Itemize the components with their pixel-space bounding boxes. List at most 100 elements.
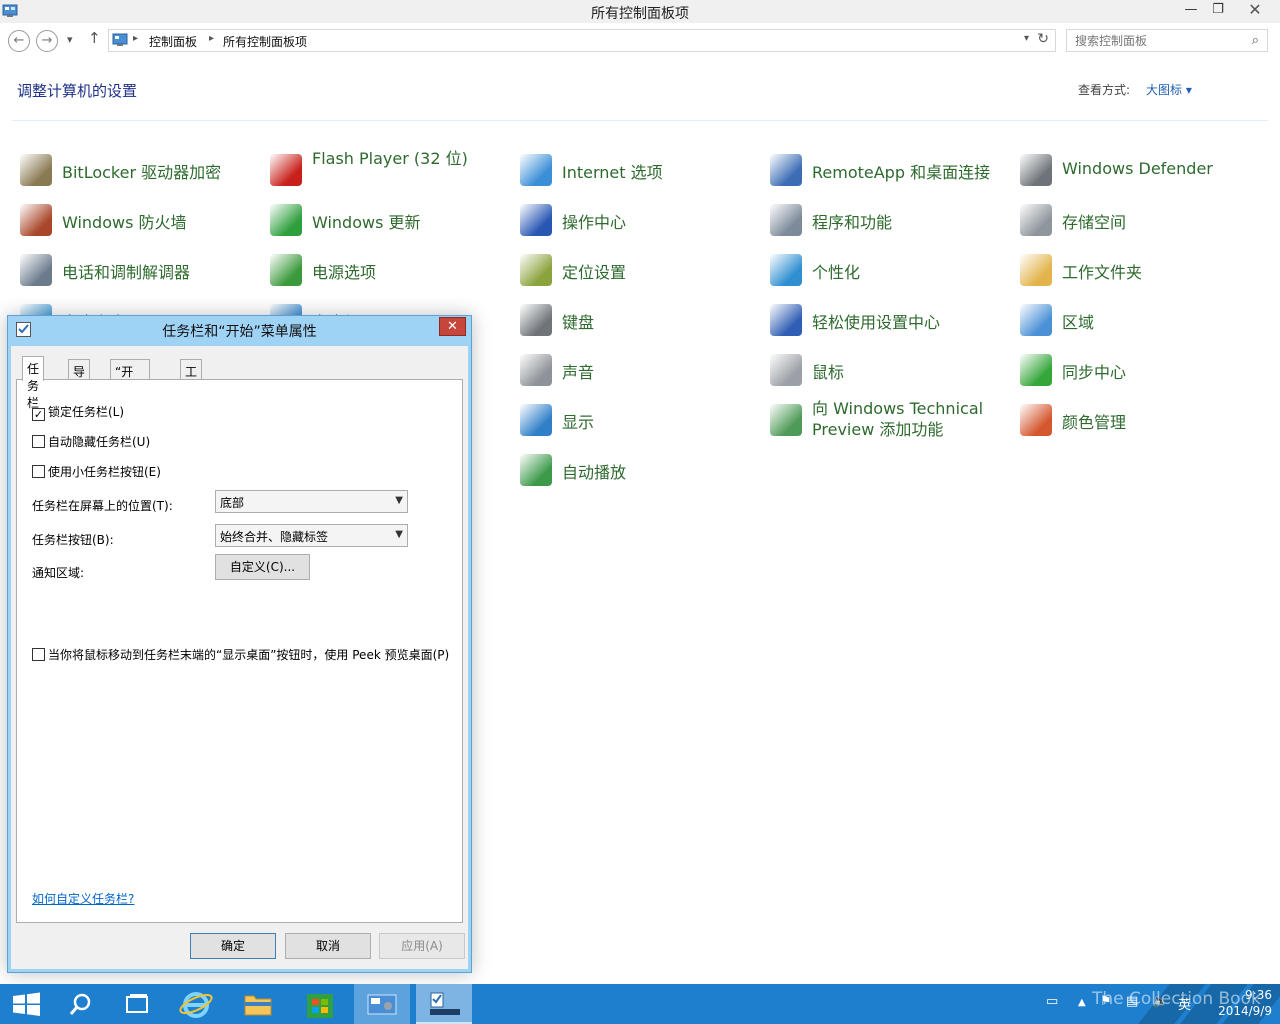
control-panel-item[interactable]: 自动播放 [516,446,760,494]
control-panel-item[interactable]: 向 Windows Technical Preview 添加功能 [766,396,1010,444]
help-link[interactable]: 如何自定义任务栏? [32,890,134,907]
work-folders-icon [1020,254,1052,286]
address-row: ← → ▾ ↑ ▸ 控制面板 ▸ 所有控制面板项 ▾ ↻ ⌕ [0,23,1280,59]
recent-pages-dropdown[interactable]: ▾ [67,33,73,46]
customize-button[interactable]: 自定义(C)... [215,554,310,580]
search-icon[interactable]: ⌕ [1252,33,1259,48]
remoteapp-icon [770,154,802,186]
folder-icon [244,995,272,1016]
search-input[interactable] [1075,31,1245,51]
apply-button[interactable]: 应用(A) [379,933,465,959]
flash-icon [270,154,302,186]
control-panel-item[interactable]: RemoteApp 和桌面连接 [766,146,1010,194]
checkbox-icon[interactable] [32,648,45,661]
ease-of-access-icon [770,304,802,336]
forward-button[interactable]: → [36,30,58,52]
peek-label: 当你将鼠标移动到任务栏末端的“显示桌面”按钮时，使用 Peek 预览桌面(P) [48,648,450,662]
file-explorer-button[interactable] [230,984,286,1024]
control-panel-item[interactable]: 区域 [1016,296,1260,344]
tab-toolbars[interactable]: 工具栏 [180,359,203,413]
control-panel-item[interactable]: 键盘 [516,296,760,344]
ok-button[interactable]: 确定 [190,933,276,959]
page-title: 调整计算机的设置 [17,82,138,100]
control-panel-item[interactable]: 存储空间 [1016,196,1260,244]
chevron-down-icon[interactable]: ▼ [395,529,403,540]
internet-explorer-button[interactable] [168,984,224,1024]
control-panel-item[interactable]: 轻松使用设置中心 [766,296,1010,344]
breadcrumb-separator-icon[interactable]: ▸ [209,33,214,44]
sync-center-icon [1020,354,1052,386]
control-panel-taskbar-button[interactable] [354,984,410,1024]
breadcrumb-separator-icon[interactable]: ▸ [133,33,138,44]
start-button[interactable] [0,984,56,1024]
breadcrumb-all-items[interactable]: 所有控制面板项 [223,33,307,50]
taskbar-location-label: 任务栏在屏幕上的位置(T): [32,499,173,513]
control-panel-item-label: 电话和调制解调器 [62,263,191,282]
dialog-close-button[interactable]: ✕ [439,317,466,336]
small-buttons-checkbox[interactable]: 使用小任务栏按钮(E) [32,463,161,480]
region-icon [1020,304,1052,336]
taskbar-properties-taskbar-button[interactable] [416,984,472,1024]
control-panel-item-label: 电源选项 [312,263,377,282]
control-panel-item[interactable]: Flash Player (32 位) [266,146,510,194]
control-panel-item[interactable]: 个性化 [766,246,1010,294]
cancel-button[interactable]: 取消 [285,933,371,959]
action-center-tray-icon[interactable]: ▭ [1046,994,1058,1009]
address-bar[interactable]: ▸ 控制面板 ▸ 所有控制面板项 ▾ ↻ [108,29,1056,52]
clock[interactable]: 9:36 2014/9/9 [1218,987,1272,1019]
defender-icon [1020,154,1052,186]
chevron-down-icon[interactable]: ▼ [395,495,403,506]
control-panel-item[interactable]: 定位设置 [516,246,760,294]
auto-hide-checkbox[interactable]: 自动隐藏任务栏(U) [32,433,150,450]
breadcrumb-control-panel[interactable]: 控制面板 [149,33,197,50]
control-panel-item[interactable]: 工作文件夹 [1016,246,1260,294]
store-button[interactable] [292,984,348,1024]
show-hidden-icons-icon[interactable]: ▲ [1078,997,1086,1008]
lock-taskbar-label: 锁定任务栏(L) [48,405,125,419]
address-dropdown-icon[interactable]: ▾ [1024,33,1029,44]
control-panel-item[interactable]: Windows 更新 [266,196,510,244]
up-button[interactable]: ↑ [88,29,101,47]
control-panel-item[interactable]: Windows Defender [1016,146,1260,194]
control-panel-item-label: 自动播放 [562,463,627,482]
refresh-icon[interactable]: ↻ [1037,31,1049,47]
view-by-dropdown[interactable]: 大图标 ▾ [1146,81,1192,98]
lock-taskbar-checkbox[interactable]: ✓ 锁定任务栏(L) [32,403,124,421]
tab-start-menu[interactable]: “开始”菜单 [110,359,151,413]
control-panel-item[interactable]: 电话和调制解调器 [16,246,260,294]
phone-modem-icon [20,254,52,286]
control-panel-item-label: Windows 防火墙 [62,213,187,232]
tab-navigation[interactable]: 导航 [68,359,91,396]
task-view-icon [126,994,148,1013]
control-panel-item[interactable]: Windows 防火墙 [16,196,260,244]
control-panel-item-label: Windows Defender [1062,159,1213,178]
control-panel-item[interactable]: 颜色管理 [1016,396,1260,444]
tab-taskbar[interactable]: 任务栏 [22,356,45,410]
control-panel-item[interactable]: 程序和功能 [766,196,1010,244]
taskbar-buttons-select[interactable]: 始终合并、隐藏标签 ▼ [215,524,408,547]
minimize-button[interactable]: — [1178,0,1204,22]
search-box[interactable]: ⌕ [1066,29,1268,52]
control-panel-item-label: 鼠标 [812,363,845,382]
control-panel-item[interactable]: 鼠标 [766,346,1010,394]
back-button[interactable]: ← [8,30,30,52]
peek-checkbox[interactable]: 当你将鼠标移动到任务栏末端的“显示桌面”按钮时，使用 Peek 预览桌面(P) [32,646,449,663]
control-panel-item[interactable]: 电源选项 [266,246,510,294]
control-panel-item[interactable]: 操作中心 [516,196,760,244]
control-panel-item-label: BitLocker 驱动器加密 [62,163,222,182]
control-panel-item-label: 个性化 [812,263,861,282]
control-panel-item[interactable]: Internet 选项 [516,146,760,194]
checkbox-icon[interactable] [32,465,45,478]
control-panel-item[interactable]: 声音 [516,346,760,394]
task-view-button[interactable] [110,984,166,1024]
checkbox-icon[interactable] [32,435,45,448]
control-panel-item[interactable]: 同步中心 [1016,346,1260,394]
control-panel-item-label: 工作文件夹 [1062,263,1143,282]
control-panel-item[interactable]: 显示 [516,396,760,444]
control-panel-item[interactable]: BitLocker 驱动器加密 [16,146,260,194]
search-taskbar-button[interactable] [52,984,108,1024]
storage-spaces-icon [1020,204,1052,236]
close-button[interactable]: ✕ [1233,0,1277,22]
taskbar-location-select[interactable]: 底部 ▼ [215,490,408,513]
restore-button[interactable]: ❐ [1205,0,1231,22]
